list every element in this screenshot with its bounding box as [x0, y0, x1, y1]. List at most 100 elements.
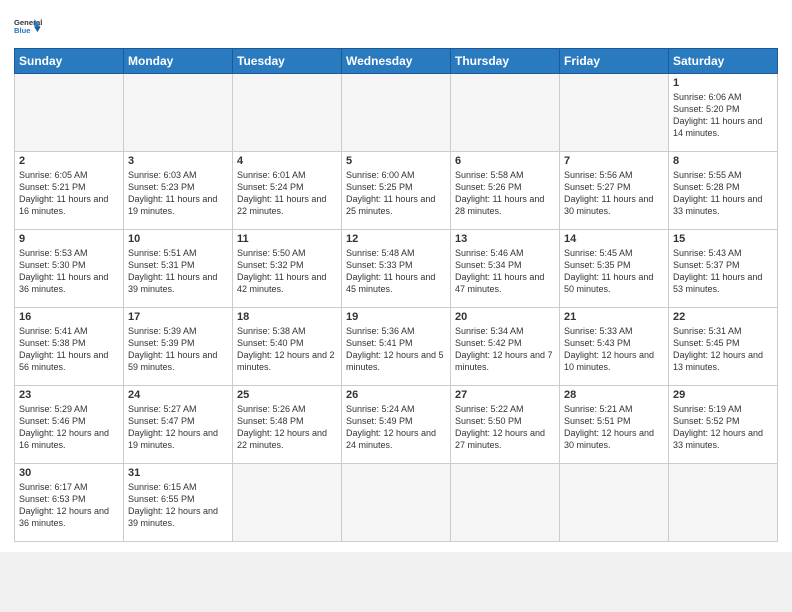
- weekday-tuesday: Tuesday: [233, 49, 342, 74]
- day-number: 24: [128, 389, 228, 401]
- day-info: Sunrise: 5:19 AM Sunset: 5:52 PM Dayligh…: [673, 403, 773, 452]
- weekday-friday: Friday: [560, 49, 669, 74]
- day-number: 25: [237, 389, 337, 401]
- day-number: 30: [19, 467, 119, 479]
- day-info: Sunrise: 5:53 AM Sunset: 5:30 PM Dayligh…: [19, 247, 119, 296]
- day-number: 12: [346, 233, 446, 245]
- calendar-cell: 19 Sunrise: 5:36 AM Sunset: 5:41 PM Dayli…: [342, 308, 451, 386]
- day-info: Sunrise: 6:17 AM Sunset: 6:53 PM Dayligh…: [19, 481, 119, 530]
- day-number: 9: [19, 233, 119, 245]
- calendar-cell: [233, 464, 342, 542]
- day-number: 26: [346, 389, 446, 401]
- calendar-cell: 28Sunrise: 5:21 AM Sunset: 5:51 PM Dayli…: [560, 386, 669, 464]
- calendar-cell: 6Sunrise: 5:58 AM Sunset: 5:26 PM Daylig…: [451, 152, 560, 230]
- calendar-cell: 13Sunrise: 5:46 AM Sunset: 5:34 PM Dayli…: [451, 230, 560, 308]
- calendar-cell: 8 Sunrise: 5:55 AM Sunset: 5:28 PM Daylig…: [669, 152, 778, 230]
- day-info: Sunrise: 5:22 AM Sunset: 5:50 PM Dayligh…: [455, 403, 555, 452]
- calendar-cell: 25 Sunrise: 5:26 AM Sunset: 5:48 PM Dayli…: [233, 386, 342, 464]
- calendar-cell: [560, 464, 669, 542]
- day-info: Sunrise: 6:01 AM Sunset: 5:24 PM Dayligh…: [237, 169, 337, 218]
- day-info: Sunrise: 5:45 AM Sunset: 5:35 PM Dayligh…: [564, 247, 664, 296]
- calendar-cell: 4 Sunrise: 6:01 AM Sunset: 5:24 PM Daylig…: [233, 152, 342, 230]
- week-row-3: 9 Sunrise: 5:53 AM Sunset: 5:30 PM Daylig…: [15, 230, 778, 308]
- calendar-cell: 12 Sunrise: 5:48 AM Sunset: 5:33 PM Dayli…: [342, 230, 451, 308]
- calendar-cell: 24Sunrise: 5:27 AM Sunset: 5:47 PM Dayli…: [124, 386, 233, 464]
- calendar-cell: 17Sunrise: 5:39 AM Sunset: 5:39 PM Dayli…: [124, 308, 233, 386]
- day-info: Sunrise: 5:24 AM Sunset: 5:49 PM Dayligh…: [346, 403, 446, 452]
- week-row-1: 1 Sunrise: 6:06 AM Sunset: 5:20 PM Daylig…: [15, 74, 778, 152]
- calendar-cell: 7Sunrise: 5:56 AM Sunset: 5:27 PM Daylig…: [560, 152, 669, 230]
- day-info: Sunrise: 5:38 AM Sunset: 5:40 PM Dayligh…: [237, 325, 337, 374]
- day-info: Sunrise: 6:03 AM Sunset: 5:23 PM Dayligh…: [128, 169, 228, 218]
- day-number: 1: [673, 77, 773, 89]
- day-info: Sunrise: 5:58 AM Sunset: 5:26 PM Dayligh…: [455, 169, 555, 218]
- day-info: Sunrise: 5:51 AM Sunset: 5:31 PM Dayligh…: [128, 247, 228, 296]
- day-number: 31: [128, 467, 228, 479]
- day-number: 14: [564, 233, 664, 245]
- day-info: Sunrise: 5:34 AM Sunset: 5:42 PM Dayligh…: [455, 325, 555, 374]
- calendar-cell: [342, 74, 451, 152]
- day-info: Sunrise: 5:43 AM Sunset: 5:37 PM Dayligh…: [673, 247, 773, 296]
- weekday-thursday: Thursday: [451, 49, 560, 74]
- calendar-cell: 11 Sunrise: 5:50 AM Sunset: 5:32 PM Dayli…: [233, 230, 342, 308]
- calendar-cell: 30 Sunrise: 6:17 AM Sunset: 6:53 PM Dayli…: [15, 464, 124, 542]
- day-number: 16: [19, 311, 119, 323]
- calendar-cell: [15, 74, 124, 152]
- day-number: 18: [237, 311, 337, 323]
- weekday-header-row: SundayMondayTuesdayWednesdayThursdayFrid…: [15, 49, 778, 74]
- day-info: Sunrise: 5:29 AM Sunset: 5:46 PM Dayligh…: [19, 403, 119, 452]
- day-info: Sunrise: 5:39 AM Sunset: 5:39 PM Dayligh…: [128, 325, 228, 374]
- calendar-cell: 18 Sunrise: 5:38 AM Sunset: 5:40 PM Dayli…: [233, 308, 342, 386]
- day-info: Sunrise: 5:33 AM Sunset: 5:43 PM Dayligh…: [564, 325, 664, 374]
- calendar-cell: 20 Sunrise: 5:34 AM Sunset: 5:42 PM Dayli…: [451, 308, 560, 386]
- calendar-cell: 29 Sunrise: 5:19 AM Sunset: 5:52 PM Dayli…: [669, 386, 778, 464]
- day-number: 27: [455, 389, 555, 401]
- day-number: 11: [237, 233, 337, 245]
- day-number: 8: [673, 155, 773, 167]
- day-info: Sunrise: 5:48 AM Sunset: 5:33 PM Dayligh…: [346, 247, 446, 296]
- calendar-cell: [451, 464, 560, 542]
- day-number: 23: [19, 389, 119, 401]
- day-info: Sunrise: 6:00 AM Sunset: 5:25 PM Dayligh…: [346, 169, 446, 218]
- week-row-5: 23 Sunrise: 5:29 AM Sunset: 5:46 PM Dayli…: [15, 386, 778, 464]
- day-info: Sunrise: 6:15 AM Sunset: 6:55 PM Dayligh…: [128, 481, 228, 530]
- weekday-wednesday: Wednesday: [342, 49, 451, 74]
- day-number: 29: [673, 389, 773, 401]
- day-number: 22: [673, 311, 773, 323]
- day-number: 20: [455, 311, 555, 323]
- day-number: 21: [564, 311, 664, 323]
- calendar-cell: [342, 464, 451, 542]
- calendar-cell: [451, 74, 560, 152]
- day-number: 4: [237, 155, 337, 167]
- calendar-cell: 26 Sunrise: 5:24 AM Sunset: 5:49 PM Dayli…: [342, 386, 451, 464]
- logo-icon: GeneralBlue: [14, 12, 42, 40]
- weekday-sunday: Sunday: [15, 49, 124, 74]
- day-info: Sunrise: 5:50 AM Sunset: 5:32 PM Dayligh…: [237, 247, 337, 296]
- day-number: 19: [346, 311, 446, 323]
- calendar-cell: 5 Sunrise: 6:00 AM Sunset: 5:25 PM Daylig…: [342, 152, 451, 230]
- day-info: Sunrise: 5:41 AM Sunset: 5:38 PM Dayligh…: [19, 325, 119, 374]
- logo: GeneralBlue: [14, 12, 42, 40]
- day-number: 5: [346, 155, 446, 167]
- day-info: Sunrise: 6:06 AM Sunset: 5:20 PM Dayligh…: [673, 91, 773, 140]
- calendar-cell: [124, 74, 233, 152]
- calendar-cell: 21 Sunrise: 5:33 AM Sunset: 5:43 PM Dayli…: [560, 308, 669, 386]
- weekday-monday: Monday: [124, 49, 233, 74]
- day-info: Sunrise: 5:21 AM Sunset: 5:51 PM Dayligh…: [564, 403, 664, 452]
- day-info: Sunrise: 5:55 AM Sunset: 5:28 PM Dayligh…: [673, 169, 773, 218]
- calendar-cell: [233, 74, 342, 152]
- calendar-cell: 15Sunrise: 5:43 AM Sunset: 5:37 PM Dayli…: [669, 230, 778, 308]
- day-info: Sunrise: 5:26 AM Sunset: 5:48 PM Dayligh…: [237, 403, 337, 452]
- calendar-cell: 1 Sunrise: 6:06 AM Sunset: 5:20 PM Daylig…: [669, 74, 778, 152]
- calendar-table: SundayMondayTuesdayWednesdayThursdayFrid…: [14, 48, 778, 542]
- calendar-cell: 10Sunrise: 5:51 AM Sunset: 5:31 PM Dayli…: [124, 230, 233, 308]
- calendar-cell: 31 Sunrise: 6:15 AM Sunset: 6:55 PM Dayli…: [124, 464, 233, 542]
- calendar-cell: [560, 74, 669, 152]
- calendar-cell: 2 Sunrise: 6:05 AM Sunset: 5:21 PM Daylig…: [15, 152, 124, 230]
- calendar-cell: 27 Sunrise: 5:22 AM Sunset: 5:50 PM Dayli…: [451, 386, 560, 464]
- page-header: GeneralBlue: [14, 12, 778, 40]
- day-number: 2: [19, 155, 119, 167]
- day-info: Sunrise: 5:36 AM Sunset: 5:41 PM Dayligh…: [346, 325, 446, 374]
- day-info: Sunrise: 6:05 AM Sunset: 5:21 PM Dayligh…: [19, 169, 119, 218]
- day-info: Sunrise: 5:56 AM Sunset: 5:27 PM Dayligh…: [564, 169, 664, 218]
